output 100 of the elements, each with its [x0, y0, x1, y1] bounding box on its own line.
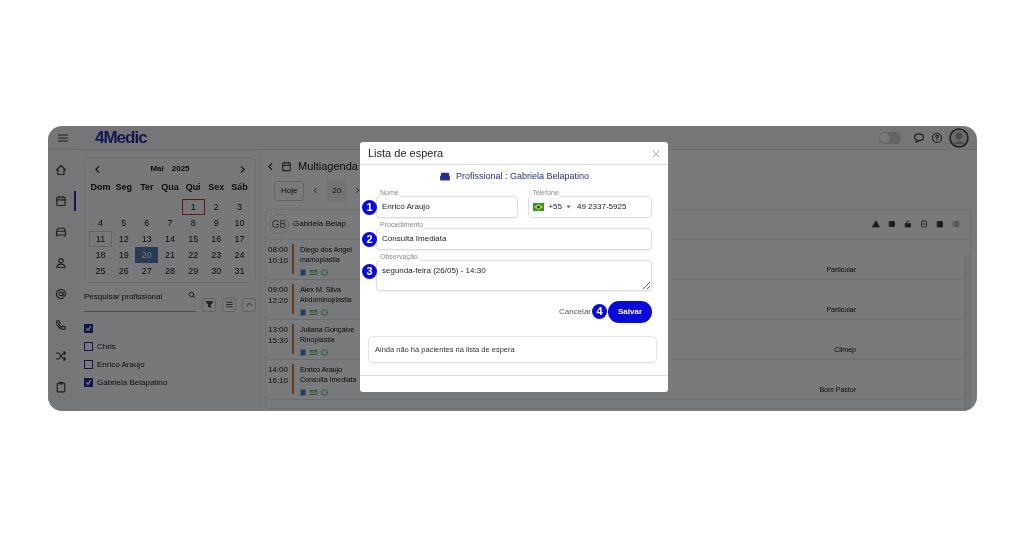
end-time: 15:30 — [268, 334, 290, 346]
placeholder-text: Pesquisar profissional — [84, 290, 163, 303]
weekday-label: Sex — [207, 181, 226, 194]
chevron-left-icon[interactable] — [93, 164, 102, 174]
step-number-badge: 1 — [362, 199, 377, 215]
collapse-button[interactable] — [242, 297, 256, 312]
warning-icon[interactable] — [872, 220, 880, 228]
mail-icon[interactable] — [310, 269, 317, 277]
calendar-day[interactable]: 18 — [89, 246, 113, 263]
end-time: 12:20 — [268, 294, 290, 306]
calendar-day[interactable]: 1 — [181, 198, 205, 215]
start-time: 08:00 — [268, 243, 290, 255]
start-time: 14:00 — [268, 363, 290, 375]
filter-button[interactable] — [202, 297, 216, 312]
calendar-day[interactable]: 19 — [112, 246, 136, 263]
calendar-day[interactable]: 26 — [112, 262, 136, 279]
calendar-day[interactable]: 14 — [158, 230, 182, 247]
calendar-day[interactable]: 16 — [204, 230, 228, 247]
chat-icon[interactable] — [913, 131, 925, 144]
document-icon[interactable] — [300, 309, 306, 317]
professional-label: Profissional : Gabriela Belapatino — [455, 170, 590, 183]
calendar-day[interactable]: 3 — [227, 198, 251, 215]
document-icon[interactable] — [300, 349, 306, 357]
weekday-label: Qui — [184, 181, 202, 194]
calendar-day[interactable]: 7 — [158, 214, 182, 231]
home-icon — [55, 164, 67, 176]
weekday-label: Sáb — [230, 181, 249, 194]
mail-icon[interactable] — [310, 349, 317, 357]
step-number-badge: 4 — [592, 303, 607, 319]
step-number-badge: 2 — [362, 231, 377, 247]
back-chevron-icon[interactable] — [266, 161, 275, 171]
document-icon[interactable] — [300, 389, 306, 397]
calendar-day[interactable]: 20 — [135, 246, 159, 263]
calendar-day[interactable]: 22 — [181, 246, 205, 263]
calendar-day[interactable]: 15 — [181, 230, 205, 247]
cancel-button[interactable]: Cancelar — [559, 305, 591, 318]
next-icon[interactable] — [354, 187, 362, 194]
calendar-day[interactable]: 21 — [158, 246, 182, 263]
calendar-day[interactable]: 2 — [204, 198, 228, 215]
mail-icon[interactable] — [310, 389, 317, 397]
document-icon[interactable] — [300, 269, 306, 277]
chevron-up-icon — [244, 300, 254, 309]
year-label: 2025 — [171, 163, 190, 175]
text-field[interactable]: Consulta Imediata — [376, 227, 652, 250]
calendar-day[interactable]: 31 — [227, 262, 251, 279]
page-title: Multiagenda — [298, 159, 358, 174]
calendar-day[interactable]: 5 — [112, 214, 136, 231]
checkbox[interactable] — [84, 378, 93, 387]
end-time: 10:10 — [268, 254, 290, 266]
menu-icon[interactable] — [57, 131, 69, 144]
help-icon[interactable] — [931, 131, 943, 144]
calendar-day[interactable]: 13 — [135, 230, 159, 247]
at-sign-icon — [55, 288, 67, 300]
brazil-flag-icon[interactable] — [533, 202, 545, 211]
calendar-day[interactable]: 4 — [89, 214, 113, 231]
weekday-label: Dom — [89, 181, 112, 194]
mail-icon[interactable] — [310, 309, 317, 317]
date-field[interactable]: 20 — [327, 180, 347, 201]
unlock-icon[interactable] — [904, 220, 912, 228]
calendar-day[interactable]: 11 — [89, 230, 113, 247]
calendar-day[interactable]: 25 — [89, 262, 113, 279]
previous-icon[interactable] — [312, 187, 320, 194]
search-icon — [188, 290, 196, 299]
calendar-day[interactable]: 24 — [227, 246, 251, 263]
chevron-right-icon[interactable] — [238, 164, 247, 174]
weekday-label: Ter — [139, 181, 155, 194]
month-label: Mai — [150, 163, 164, 175]
calendar-day[interactable]: 29 — [181, 262, 205, 279]
clipboard-icon — [55, 381, 67, 393]
calendar-day[interactable]: 17 — [227, 230, 251, 247]
search-field[interactable]: Pesquisar profissional — [84, 290, 196, 312]
calendar-day[interactable]: 27 — [135, 262, 159, 279]
user-avatar-icon[interactable] — [949, 127, 969, 148]
checkbox[interactable] — [84, 360, 93, 369]
weekday-label: Qua — [160, 181, 180, 194]
phone-field[interactable]: +55 49 2337-5925 — [528, 195, 652, 218]
save-button[interactable]: Salvar — [608, 300, 652, 323]
calendar-day[interactable]: 8 — [181, 214, 205, 231]
today-button[interactable]: Hoje — [274, 180, 305, 201]
text-field[interactable]: Enrico Araujo — [376, 195, 519, 218]
professional-name: Gabriela Belap — [293, 218, 346, 230]
dialog-title: Lista de espera — [368, 145, 444, 161]
weekday-label: Seg — [114, 181, 133, 194]
scrollbar[interactable] — [964, 255, 971, 411]
calendar-day[interactable]: 9 — [204, 214, 228, 231]
calendar-day[interactable]: 23 — [204, 246, 228, 263]
caret-icon[interactable] — [566, 204, 571, 209]
country-code[interactable]: +55 — [548, 200, 562, 213]
calendar-day[interactable]: 6 — [135, 214, 159, 231]
calendar-day[interactable]: 30 — [204, 262, 228, 279]
checkbox[interactable] — [84, 342, 93, 351]
sofa-icon — [55, 226, 67, 238]
checkbox[interactable] — [84, 324, 93, 333]
end-time: 16:10 — [268, 374, 290, 386]
list-button[interactable] — [222, 297, 236, 312]
calendar-day[interactable]: 10 — [227, 214, 251, 231]
calendar-day[interactable]: 12 — [112, 230, 136, 247]
observation-field[interactable]: segunda-feira (26/05) - 14:30 — [376, 259, 652, 291]
calendar-day[interactable]: 28 — [158, 262, 182, 279]
person-icon — [55, 257, 67, 269]
